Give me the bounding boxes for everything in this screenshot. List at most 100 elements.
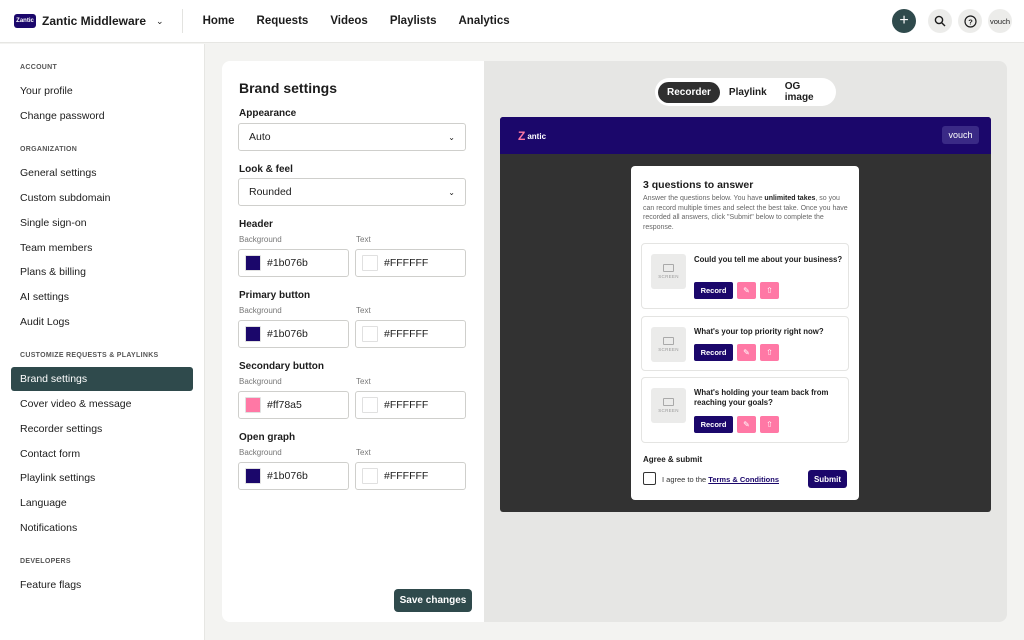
color-value: #FFFFFF: [384, 257, 429, 269]
terms-checkbox[interactable]: [643, 472, 656, 485]
record-button[interactable]: Record: [694, 344, 733, 361]
sidebar-item-team-members[interactable]: Team members: [11, 236, 193, 260]
write-button[interactable]: ✎: [737, 416, 756, 433]
text-label: Text: [356, 235, 371, 244]
tab-og-image[interactable]: OG image: [776, 76, 833, 108]
color-value: #FFFFFF: [384, 399, 429, 411]
primary-button-colors-label: Primary button: [239, 290, 311, 301]
help-button[interactable]: ?: [958, 9, 982, 33]
chevron-down-icon: ⌄: [448, 187, 455, 197]
card-title: 3 questions to answer: [643, 179, 754, 191]
nav-analytics[interactable]: Analytics: [458, 15, 509, 27]
sidebar-item-notifications[interactable]: Notifications: [11, 516, 193, 540]
divider: [181, 9, 183, 33]
sidebar-item-brand-settings[interactable]: Brand settings: [11, 367, 193, 391]
create-button[interactable]: +: [892, 9, 916, 33]
top-nav-bar: Zantic Zantic Middleware ⌄ Home Requests…: [0, 0, 1024, 43]
appearance-select[interactable]: Auto ⌄: [238, 123, 466, 151]
tab-recorder[interactable]: Recorder: [658, 81, 720, 103]
sidebar-item-language[interactable]: Language: [11, 491, 193, 515]
sidebar-section-title: CUSTOMIZE REQUESTS & PLAYLINKS: [20, 352, 159, 359]
look-feel-select[interactable]: Rounded ⌄: [238, 178, 466, 206]
open-graph-text-input[interactable]: #FFFFFF: [355, 462, 466, 490]
settings-sidebar: ACCOUNT Your profile Change password ORG…: [0, 44, 205, 640]
question-text: Could you tell me about your business?: [694, 255, 843, 264]
monitor-icon: [663, 337, 674, 345]
nav-requests[interactable]: Requests: [257, 15, 309, 27]
brand-preview: Recorder Playlink OG image Z antic vouch…: [484, 61, 1007, 622]
preview-vouch-badge: vouch: [942, 126, 979, 144]
search-button[interactable]: [928, 9, 952, 33]
color-swatch[interactable]: [245, 326, 261, 342]
color-swatch[interactable]: [362, 468, 378, 484]
edit-icon: ✎: [743, 286, 750, 295]
sidebar-item-general-settings[interactable]: General settings: [11, 161, 193, 185]
color-swatch[interactable]: [362, 255, 378, 271]
secondary-text-input[interactable]: #FFFFFF: [355, 391, 466, 419]
nav-playlists[interactable]: Playlists: [390, 15, 437, 27]
edit-icon: ✎: [743, 348, 750, 357]
monitor-icon: [663, 264, 674, 272]
sidebar-item-contact-form[interactable]: Contact form: [11, 442, 193, 466]
primary-text-input[interactable]: #FFFFFF: [355, 320, 466, 348]
color-value: #1b076b: [267, 328, 308, 340]
sidebar-item-recorder-settings[interactable]: Recorder settings: [11, 417, 193, 441]
open-graph-background-input[interactable]: #1b076b: [238, 462, 349, 490]
text-label: Text: [356, 448, 371, 457]
color-swatch[interactable]: [362, 326, 378, 342]
tab-playlink[interactable]: Playlink: [720, 82, 776, 103]
upload-icon: ⇧: [766, 286, 773, 295]
sidebar-section-title: DEVELOPERS: [20, 558, 71, 565]
header-text-input[interactable]: #FFFFFF: [355, 249, 466, 277]
upload-button[interactable]: ⇧: [760, 416, 779, 433]
write-button[interactable]: ✎: [737, 282, 756, 299]
color-value: #ff78a5: [267, 399, 302, 411]
page-title: Brand settings: [239, 80, 338, 96]
secondary-background-input[interactable]: #ff78a5: [238, 391, 349, 419]
svg-text:?: ?: [968, 17, 973, 26]
color-swatch[interactable]: [245, 468, 261, 484]
sidebar-item-ai-settings[interactable]: AI settings: [11, 285, 193, 309]
primary-background-input[interactable]: #1b076b: [238, 320, 349, 348]
save-changes-button[interactable]: Save changes: [394, 589, 472, 612]
sidebar-item-single-sign-on[interactable]: Single sign-on: [11, 211, 193, 235]
sidebar-item-playlink-settings[interactable]: Playlink settings: [11, 466, 193, 490]
nav-videos[interactable]: Videos: [330, 15, 368, 27]
question-item: SCREEN What's your top priority right no…: [641, 316, 849, 371]
appearance-label: Appearance: [239, 108, 297, 119]
color-value: #1b076b: [267, 257, 308, 269]
question-text: What's holding your team back from reach…: [694, 388, 829, 407]
nav-home[interactable]: Home: [203, 15, 235, 27]
sidebar-item-audit-logs[interactable]: Audit Logs: [11, 310, 193, 334]
open-graph-colors-label: Open graph: [239, 432, 296, 443]
text-label: Text: [356, 377, 371, 386]
header-background-input[interactable]: #1b076b: [238, 249, 349, 277]
sidebar-item-cover-video[interactable]: Cover video & message: [11, 392, 193, 416]
terms-link[interactable]: Terms & Conditions: [708, 475, 779, 484]
text-label: Text: [356, 306, 371, 315]
color-swatch[interactable]: [245, 397, 261, 413]
write-button[interactable]: ✎: [737, 344, 756, 361]
user-menu-button[interactable]: vouch: [988, 9, 1012, 33]
sidebar-item-your-profile[interactable]: Your profile: [11, 79, 193, 103]
org-switcher[interactable]: Zantic Zantic Middleware ⌄: [14, 14, 164, 28]
preview-header: Z antic vouch: [500, 117, 991, 154]
sidebar-item-feature-flags[interactable]: Feature flags: [11, 573, 193, 597]
main-nav: Home Requests Videos Playlists Analytics: [203, 15, 510, 27]
search-icon: [934, 15, 946, 27]
sidebar-item-plans-billing[interactable]: Plans & billing: [11, 260, 193, 284]
color-swatch[interactable]: [362, 397, 378, 413]
org-name: Zantic Middleware: [42, 14, 147, 28]
upload-icon: ⇧: [766, 348, 773, 357]
question-text: What's your top priority right now?: [694, 327, 824, 336]
record-button[interactable]: Record: [694, 282, 733, 299]
sidebar-item-custom-subdomain[interactable]: Custom subdomain: [11, 186, 193, 210]
color-swatch[interactable]: [245, 255, 261, 271]
submit-button[interactable]: Submit: [808, 470, 847, 488]
upload-button[interactable]: ⇧: [760, 344, 779, 361]
sidebar-item-change-password[interactable]: Change password: [11, 104, 193, 128]
record-button[interactable]: Record: [694, 416, 733, 433]
org-logo: Zantic: [14, 14, 36, 28]
upload-button[interactable]: ⇧: [760, 282, 779, 299]
background-label: Background: [239, 377, 282, 386]
